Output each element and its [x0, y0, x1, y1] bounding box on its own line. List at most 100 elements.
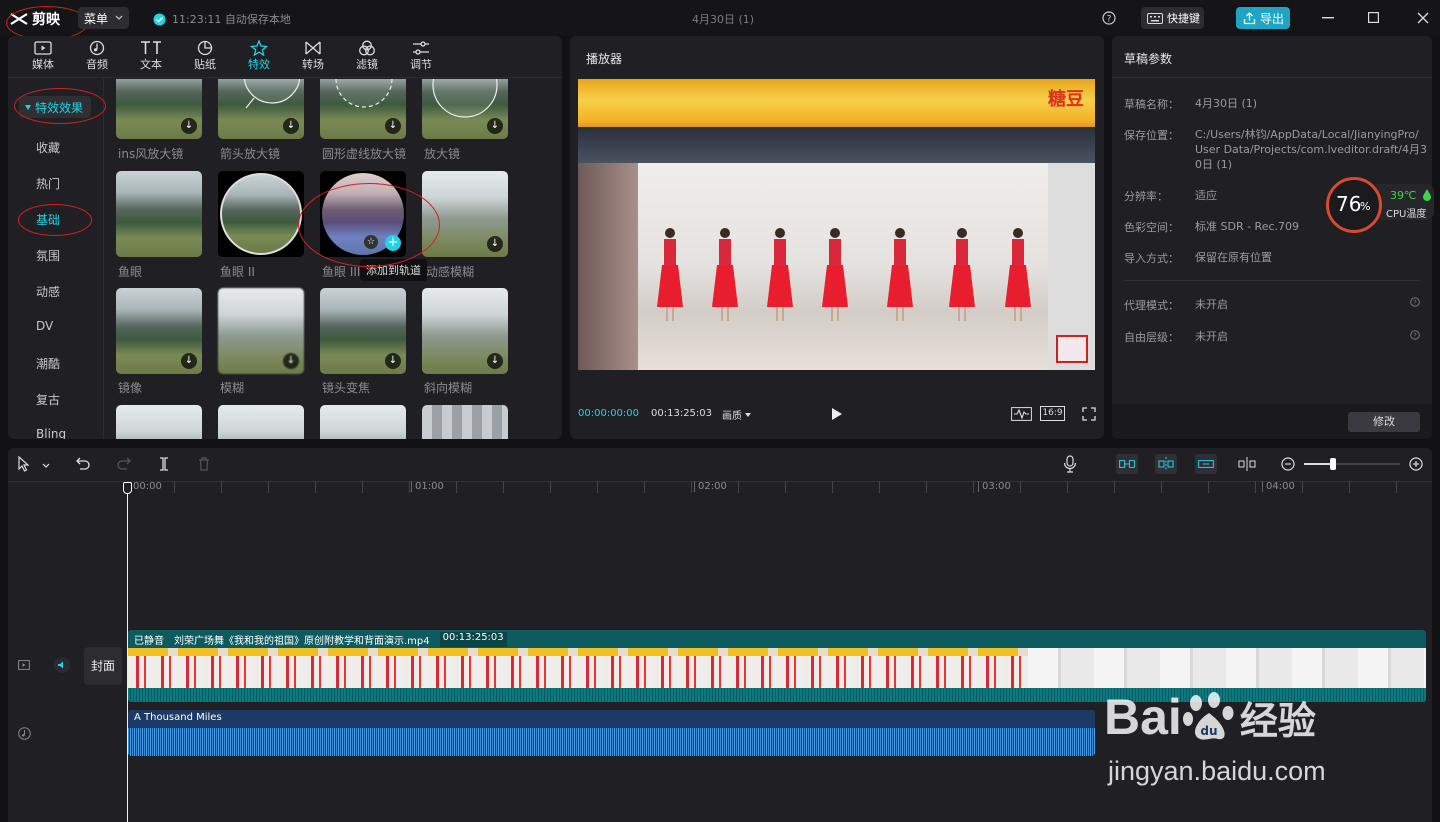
zoom-out-icon[interactable]: [1281, 457, 1295, 471]
aspect-ratio-button[interactable]: 16:9: [1040, 406, 1065, 421]
tab-transition[interactable]: 转场: [298, 40, 328, 72]
category-item-cool[interactable]: 潮酷: [36, 355, 60, 372]
download-icon[interactable]: ↓: [487, 353, 503, 369]
video-track-icon[interactable]: [18, 660, 30, 670]
playhead-handle[interactable]: [123, 482, 132, 494]
export-button[interactable]: 导出: [1236, 7, 1290, 29]
download-icon[interactable]: ↓: [487, 236, 503, 252]
tab-label: 音频: [86, 58, 108, 71]
tab-filter[interactable]: 滤镜: [352, 40, 382, 72]
waveform-icon[interactable]: [1011, 407, 1032, 421]
download-icon[interactable]: ↓: [385, 353, 401, 369]
shortcut-button[interactable]: 快捷键: [1141, 7, 1204, 29]
category-item-dv[interactable]: DV: [36, 319, 53, 333]
dancer-figure: [657, 228, 683, 321]
tab-effects[interactable]: 特效: [244, 40, 274, 72]
resolution-value: 适应: [1195, 189, 1217, 202]
effect-card[interactable]: [116, 405, 202, 439]
save-location-label: 保存位置：: [1124, 129, 1179, 142]
preview-axis-icon[interactable]: [1238, 457, 1256, 471]
auto-snap-button[interactable]: [1155, 454, 1177, 474]
effects-grid: ↓ ↓ ↓ ↓ ins风放大镜 箭头放大镜 圆形虚线放大镜 放大镜 ☆ + ↓ …: [106, 79, 562, 439]
effect-card[interactable]: ↓: [116, 79, 202, 139]
select-cursor-icon[interactable]: [17, 456, 31, 472]
category-item-dynamic[interactable]: 动感: [36, 283, 60, 300]
effect-card[interactable]: [422, 405, 508, 439]
download-icon[interactable]: ↓: [181, 353, 197, 369]
annotation-circle: [6, 6, 88, 40]
split-icon[interactable]: [157, 457, 171, 471]
baidu-jingyan-watermark: Bai du 经验: [1104, 688, 1316, 746]
effect-card[interactable]: ↓: [422, 79, 508, 139]
current-time: 00:00:00:00: [578, 408, 640, 419]
tab-sticker[interactable]: 贴纸: [190, 40, 220, 72]
fullscreen-icon[interactable]: [1082, 407, 1096, 421]
effects-icon: [250, 40, 268, 56]
draft-name-label: 草稿名称：: [1124, 98, 1179, 111]
download-icon[interactable]: ↓: [385, 118, 401, 134]
linkage-button[interactable]: [1195, 454, 1217, 474]
filter-icon: [359, 40, 375, 56]
annotation-circle: [298, 183, 440, 267]
effect-card[interactable]: ↓: [116, 288, 202, 374]
category-item-bling[interactable]: Bling: [36, 427, 66, 439]
category-item-favorites[interactable]: 收藏: [36, 139, 60, 156]
help-icon[interactable]: ?: [1410, 297, 1420, 307]
tab-label: 调节: [410, 58, 432, 71]
effect-label: 动感模糊: [426, 265, 475, 279]
effect-label: 斜向模糊: [424, 381, 473, 395]
category-item-atmosphere[interactable]: 氛围: [36, 247, 60, 264]
effect-card[interactable]: ↓: [218, 79, 304, 139]
effect-card[interactable]: ↓: [320, 288, 406, 374]
category-item-hot[interactable]: 热门: [36, 175, 60, 192]
download-icon[interactable]: ↓: [283, 118, 299, 134]
category-item-retro[interactable]: 复古: [36, 391, 60, 408]
help-icon[interactable]: ?: [1102, 11, 1116, 25]
tab-media[interactable]: 媒体: [28, 40, 58, 72]
effect-card[interactable]: [218, 405, 304, 439]
effect-card[interactable]: ↓: [422, 288, 508, 374]
modify-button[interactable]: 修改: [1348, 412, 1420, 432]
ruler-label: 04:00: [1262, 481, 1295, 492]
tab-audio[interactable]: 音频: [82, 40, 112, 72]
audio-clip[interactable]: A Thousand Miles: [128, 710, 1095, 756]
help-icon[interactable]: ?: [1410, 330, 1420, 340]
ruler-label: 01:00: [411, 481, 444, 492]
zoom-slider[interactable]: [1304, 458, 1400, 470]
quality-dropdown[interactable]: 画质: [722, 407, 751, 422]
maximize-icon[interactable]: [1368, 12, 1379, 23]
effect-card[interactable]: ↓: [218, 288, 304, 374]
download-icon[interactable]: ↓: [487, 118, 503, 134]
cpu-temp: 39℃: [1390, 189, 1417, 202]
audio-track-icon[interactable]: [18, 727, 31, 740]
delete-icon[interactable]: [198, 457, 210, 471]
triangle-down-icon: [745, 412, 751, 417]
tab-adjust[interactable]: 调节: [406, 40, 436, 72]
mute-toggle[interactable]: [54, 657, 70, 673]
chevron-down-icon[interactable]: [42, 463, 50, 468]
menu-button[interactable]: 菜单: [78, 7, 129, 29]
video-preview[interactable]: 糖豆: [578, 79, 1095, 370]
time-ruler[interactable]: [128, 481, 1432, 493]
effect-card[interactable]: ↓: [320, 79, 406, 139]
watermark-brand: Bai: [1104, 689, 1182, 745]
download-icon[interactable]: ↓: [181, 118, 197, 134]
video-thumbnails: [1028, 648, 1426, 688]
download-icon[interactable]: ↓: [283, 353, 299, 369]
microphone-icon[interactable]: [1063, 455, 1077, 473]
zoom-slider-handle[interactable]: [1330, 458, 1336, 470]
zoom-in-icon[interactable]: [1409, 457, 1423, 471]
playhead-line[interactable]: [127, 486, 128, 822]
undo-icon[interactable]: [76, 457, 90, 470]
redo-icon[interactable]: [117, 457, 131, 470]
main-track-magnet-button[interactable]: [1116, 454, 1138, 474]
effect-card[interactable]: [116, 171, 202, 257]
tab-text[interactable]: 文本: [136, 40, 166, 72]
cover-button[interactable]: 封面: [84, 647, 122, 685]
cpu-gauge[interactable]: 76 %: [1326, 177, 1382, 233]
effect-card[interactable]: [218, 171, 304, 257]
close-icon[interactable]: [1417, 12, 1429, 24]
minimize-icon[interactable]: [1322, 17, 1334, 19]
effect-card[interactable]: [320, 405, 406, 439]
play-icon[interactable]: [831, 407, 843, 421]
